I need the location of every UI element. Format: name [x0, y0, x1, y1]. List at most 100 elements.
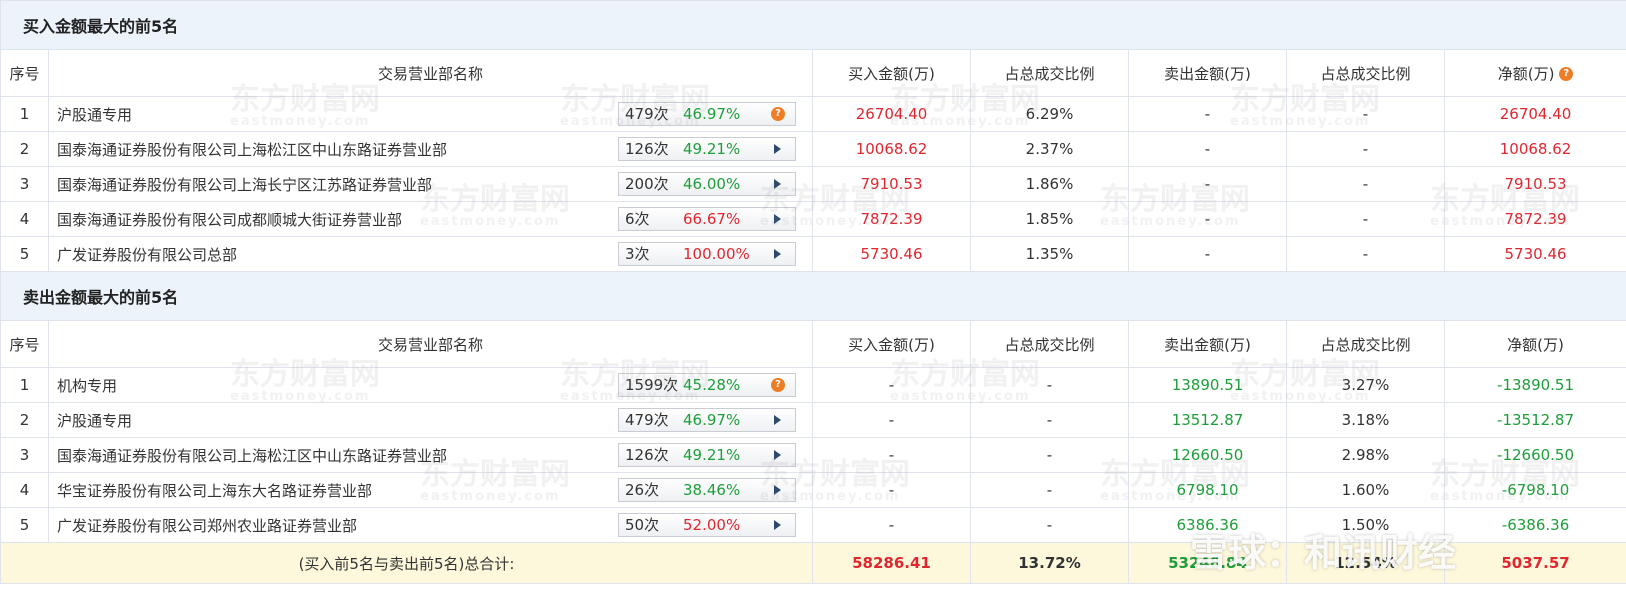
sell-header-row: 序号 交易营业部名称 买入金额(万) 占总成交比例 卖出金额(万) 占总成交比例 净额(万) — [0, 320, 1626, 368]
rank-cell: 4 — [0, 201, 49, 237]
buy-amount: - — [812, 507, 971, 543]
header-sell-ratio: 占总成交比例 — [1286, 320, 1445, 368]
dept-cell: 国泰海通证券股份有限公司上海长宁区江苏路证券营业部 200次 46.00% — [48, 166, 813, 202]
trade-count: 3次 — [625, 245, 650, 263]
arrow-right-icon[interactable] — [771, 173, 785, 195]
dept-stat-box[interactable]: 6次 66.67% — [618, 207, 796, 231]
table-row: 3 国泰海通证券股份有限公司上海长宁区江苏路证券营业部 200次 46.00% 7910… — [0, 166, 1626, 202]
sell-ratio: 2.98% — [1286, 437, 1445, 473]
win-rate: 52.00% — [683, 516, 741, 534]
dept-stat-box[interactable]: 1599次 45.28%? — [618, 373, 796, 397]
trade-count: 126次 — [625, 446, 669, 464]
trade-count: 26次 — [625, 481, 660, 499]
dept-name-link[interactable]: 沪股通专用 — [57, 412, 132, 430]
net-amount: -6386.36 — [1443, 507, 1626, 543]
buy-amount: 10068.62 — [812, 131, 971, 167]
dept-name-link[interactable]: 国泰海通证券股份有限公司上海长宁区江苏路证券营业部 — [57, 176, 432, 194]
arrow-right-icon[interactable] — [771, 444, 785, 466]
dept-name-link[interactable]: 国泰海通证券股份有限公司上海松江区中山东路证券营业部 — [57, 447, 447, 465]
buy-ratio: - — [970, 437, 1129, 473]
totals-label: (买入前5名与卖出前5名)总合计: — [0, 542, 813, 584]
total-net: 5037.57 — [1443, 542, 1626, 584]
trade-count: 126次 — [625, 140, 669, 158]
net-amount: -13890.51 — [1443, 367, 1626, 403]
dept-name-link[interactable]: 沪股通专用 — [57, 106, 132, 124]
total-buy-ratio: 13.72% — [970, 542, 1129, 584]
dept-name-link[interactable]: 华宝证券股份有限公司上海东大名路证券营业部 — [57, 482, 372, 500]
buy-ratio: - — [970, 472, 1129, 508]
buy-ratio: - — [970, 507, 1129, 543]
table-row: 2 国泰海通证券股份有限公司上海松江区中山东路证券营业部 126次 49.21% 100… — [0, 131, 1626, 167]
dept-name-link[interactable]: 国泰海通证券股份有限公司成都顺城大街证券营业部 — [57, 211, 402, 229]
header-buy: 买入金额(万) — [812, 320, 971, 368]
buy-ratio: - — [970, 367, 1129, 403]
header-rank: 序号 — [0, 49, 49, 97]
dept-cell: 国泰海通证券股份有限公司上海松江区中山东路证券营业部 126次 49.21% — [48, 437, 813, 473]
rank-cell: 5 — [0, 507, 49, 543]
sell-ratio: - — [1286, 131, 1445, 167]
rank-cell: 1 — [0, 96, 49, 132]
buy-ratio: 6.29% — [970, 96, 1129, 132]
question-icon[interactable]: ? — [771, 374, 785, 396]
sell-amount: - — [1128, 201, 1287, 237]
net-amount: 10068.62 — [1443, 131, 1626, 167]
dept-name-link[interactable]: 广发证券股份有限公司总部 — [57, 246, 237, 264]
header-net: 净额(万) — [1443, 320, 1626, 368]
table-row: 4 国泰海通证券股份有限公司成都顺城大街证券营业部 6次 66.67% 7872.39 1… — [0, 201, 1626, 237]
dept-stat-box[interactable]: 50次 52.00% — [618, 513, 796, 537]
dept-name-link[interactable]: 机构专用 — [57, 377, 117, 395]
dept-stat-box[interactable]: 126次 49.21% — [618, 443, 796, 467]
header-net: 净额(万) ? — [1443, 49, 1626, 97]
arrow-right-icon[interactable] — [771, 138, 785, 160]
dept-stat-box[interactable]: 200次 46.00% — [618, 172, 796, 196]
arrow-right-icon[interactable] — [771, 409, 785, 431]
dept-stat-box[interactable]: 479次 46.97% — [618, 408, 796, 432]
rank-cell: 3 — [0, 166, 49, 202]
sell-amount: - — [1128, 131, 1287, 167]
arrow-right-icon[interactable] — [771, 243, 785, 265]
dept-stat-box[interactable]: 126次 49.21% — [618, 137, 796, 161]
sell-amount: - — [1128, 96, 1287, 132]
arrow-right-icon[interactable] — [771, 514, 785, 536]
question-icon[interactable]: ? — [1559, 66, 1574, 81]
question-mark-glyph: ? — [771, 107, 785, 121]
dept-cell: 沪股通专用 479次 46.97% — [48, 402, 813, 438]
dept-name-link[interactable]: 广发证券股份有限公司郑州农业路证券营业部 — [57, 517, 357, 535]
sell-ratio: 3.18% — [1286, 402, 1445, 438]
total-buy: 58286.41 — [812, 542, 971, 584]
sell-amount: - — [1128, 166, 1287, 202]
rank-cell: 1 — [0, 367, 49, 403]
arrow-right-icon[interactable] — [771, 479, 785, 501]
trade-count: 200次 — [625, 175, 669, 193]
dept-stat-box[interactable]: 3次 100.00% — [618, 242, 796, 266]
dept-cell: 国泰海通证券股份有限公司上海松江区中山东路证券营业部 126次 49.21% — [48, 131, 813, 167]
buy-amount: - — [812, 437, 971, 473]
dept-cell: 广发证券股份有限公司总部 3次 100.00% — [48, 236, 813, 272]
buy-section-title: 买入金额最大的前5名 — [0, 0, 1626, 50]
dept-cell: 广发证券股份有限公司郑州农业路证券营业部 50次 52.00% — [48, 507, 813, 543]
win-rate: 66.67% — [683, 210, 741, 228]
net-amount: -6798.10 — [1443, 472, 1626, 508]
header-buy: 买入金额(万) — [812, 49, 971, 97]
sell-ratio: 1.60% — [1286, 472, 1445, 508]
sell-ratio: - — [1286, 236, 1445, 272]
dept-stat-box[interactable]: 479次 46.97%? — [618, 102, 796, 126]
sell-amount: 6386.36 — [1128, 507, 1287, 543]
net-amount: 5730.46 — [1443, 236, 1626, 272]
total-sell-ratio: 12.54% — [1286, 542, 1445, 584]
arrow-right-icon[interactable] — [771, 208, 785, 230]
question-mark-glyph: ? — [771, 378, 785, 392]
table-row: 1 沪股通专用 479次 46.97%? 26704.40 6.29% - -26704.40 — [0, 96, 1626, 132]
sell-amount: 13890.51 — [1128, 367, 1287, 403]
trade-count: 6次 — [625, 210, 650, 228]
buy-header-row: 序号 交易营业部名称 买入金额(万) 占总成交比例 卖出金额(万) 占总成交比例… — [0, 49, 1626, 97]
sell-ratio: - — [1286, 166, 1445, 202]
dept-stat-box[interactable]: 26次 38.46% — [618, 478, 796, 502]
lhb-table: 买入金额最大的前5名 序号 交易营业部名称 买入金额(万) 占总成交比例 卖出金… — [0, 0, 1626, 584]
dept-name-link[interactable]: 国泰海通证券股份有限公司上海松江区中山东路证券营业部 — [57, 141, 447, 159]
sell-amount: 12660.50 — [1128, 437, 1287, 473]
question-icon[interactable]: ? — [771, 103, 785, 125]
table-row: 5 广发证券股份有限公司总部 3次 100.00% 5730.46 1.35% - -5730… — [0, 236, 1626, 272]
win-rate: 49.21% — [683, 446, 741, 464]
header-net-label: 净额(万) — [1497, 64, 1555, 83]
